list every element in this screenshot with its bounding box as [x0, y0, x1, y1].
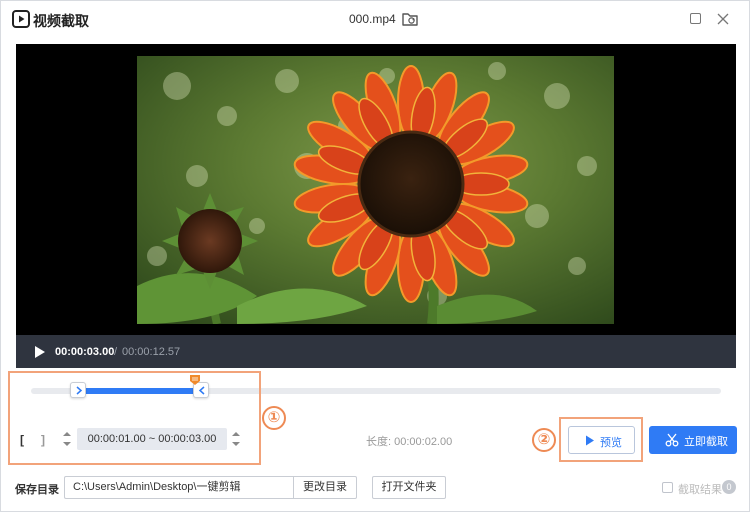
total-time: 00:00:12.57	[122, 346, 181, 358]
close-icon[interactable]	[717, 13, 729, 25]
play-icon[interactable]	[34, 346, 46, 358]
cut-now-button[interactable]: 立即截取	[649, 426, 737, 454]
annotation-marker-2: ②	[532, 428, 556, 452]
maximize-icon[interactable]	[690, 13, 701, 24]
save-dir-label: 保存目录	[15, 484, 59, 496]
preview-button[interactable]: 预览	[568, 426, 635, 454]
open-folder-button[interactable]: 打开文件夹	[372, 476, 446, 499]
app-title: 视频截取	[33, 14, 89, 30]
video-preview-area	[16, 44, 736, 335]
title-bar: 视频截取 000.mp4	[1, 1, 749, 39]
cut-now-label: 立即截取	[684, 436, 728, 448]
result-label: 截取结果	[678, 484, 722, 496]
file-name: 000.mp4	[349, 12, 396, 26]
current-time: 00:00:03.00	[55, 346, 115, 358]
annotation-box-1	[8, 371, 261, 465]
duration-text: 长度: 00:00:02.00	[366, 436, 453, 448]
folder-refresh-icon[interactable]	[401, 10, 419, 28]
annotation-marker-1: ①	[262, 406, 286, 430]
video-logo-icon	[12, 10, 30, 28]
save-path-field[interactable]: C:\Users\Admin\Desktop\一键剪辑	[64, 476, 294, 499]
result-count-badge: 0	[722, 480, 736, 494]
time-separator: /	[114, 346, 118, 358]
app-window: 视频截取 000.mp4 00:00:03.00 / 00:00:12.57 […	[0, 0, 750, 512]
video-frame-sunflower	[137, 56, 614, 324]
player-controls: 00:00:03.00 / 00:00:12.57	[16, 335, 736, 368]
result-checkbox[interactable]	[662, 482, 673, 493]
scissors-icon	[665, 433, 679, 447]
change-dir-button[interactable]: 更改目录	[293, 476, 357, 499]
preview-label: 预览	[600, 437, 622, 449]
play-icon	[586, 435, 594, 446]
